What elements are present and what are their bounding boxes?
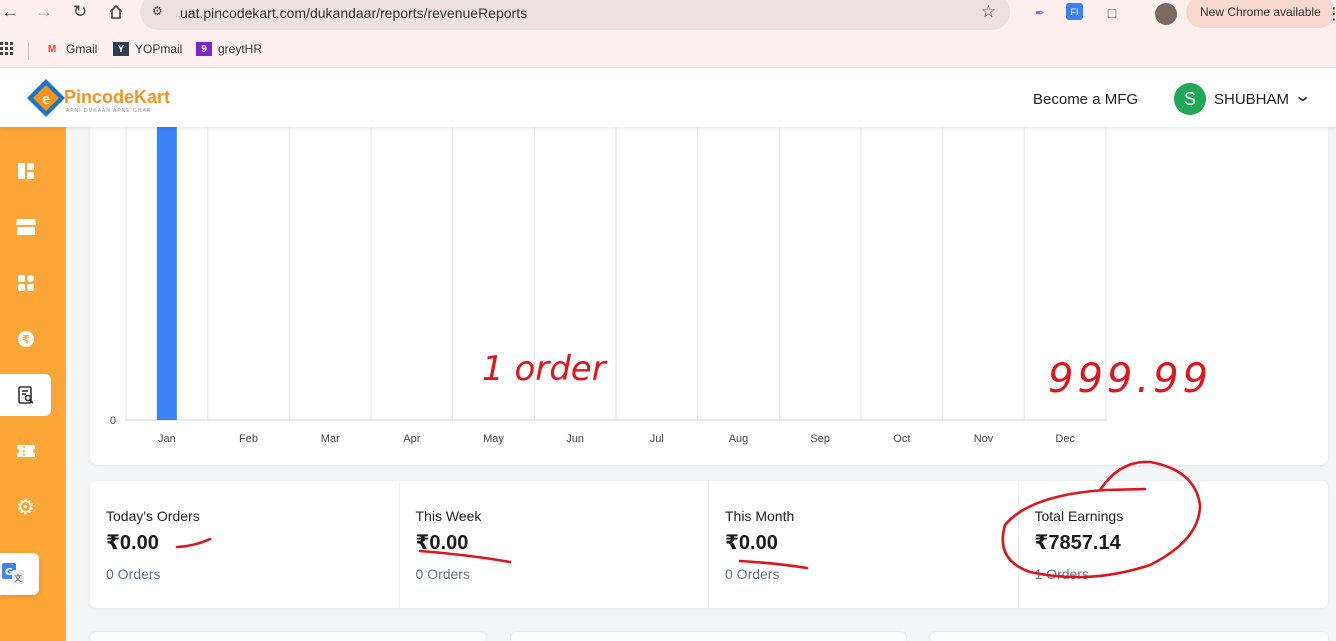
pincodekart-logo[interactable]: e PincodeKart APNI DUKAAN APNE GHAR	[26, 78, 186, 118]
greythr-icon: 9	[196, 42, 212, 56]
stat-label: This Week	[415, 508, 482, 524]
stat-orders: 1 Orders	[1034, 566, 1089, 582]
home-icon[interactable]	[104, 0, 128, 24]
x-tick-label: Aug	[729, 433, 749, 445]
stat-orders: 0 Orders	[106, 566, 161, 582]
user-name[interactable]: SHUBHAM	[1214, 91, 1289, 108]
report-icon	[17, 386, 34, 404]
app-header: e PincodeKart APNI DUKAAN APNE GHAR Beco…	[0, 69, 1336, 127]
x-tick-label: Dec	[1055, 433, 1075, 445]
y-tick-label: 0	[110, 415, 116, 427]
bottom-card	[90, 632, 486, 641]
back-icon[interactable]: ←	[0, 0, 22, 24]
x-tick-label: Jan	[158, 433, 176, 445]
x-tick-label: Oct	[893, 433, 910, 445]
bottom-card	[930, 632, 1328, 641]
svg-text:e: e	[42, 89, 50, 108]
site-info-icon[interactable]: ⚙	[152, 4, 163, 18]
sidebar-item-categories[interactable]	[0, 262, 51, 304]
bookmark-star-icon[interactable]: ☆	[981, 2, 996, 22]
url-text: uat.pincodekart.com/dukandaar/reports/re…	[180, 5, 528, 21]
store-icon	[15, 219, 36, 235]
rupee-icon: ₹	[17, 331, 34, 347]
logo-text: PincodeKart	[64, 87, 171, 107]
fi-extension-icon[interactable]: FI	[1066, 3, 1083, 20]
stat-todays-orders: Today's Orders ₹0.00 0 Orders	[90, 481, 400, 608]
sidebar-item-dashboard[interactable]	[0, 150, 51, 192]
stat-label: This Month	[725, 508, 795, 524]
sidebar-item-reports[interactable]	[0, 374, 51, 416]
x-tick-label: Feb	[239, 433, 258, 445]
x-tick-label: May	[483, 433, 504, 445]
revenue-bar-chart: 0 Jan Feb Mar Apr May Jun Jul Aug Sep Oct Nov Dec	[110, 122, 1107, 445]
revenue-chart-card: 0 Jan Feb Mar Apr May Jun Jul Aug Sep Oct Nov Dec	[90, 122, 1328, 465]
forward-icon[interactable]: →	[32, 0, 56, 24]
bookmark-greythr[interactable]: 9 greytHR	[196, 42, 262, 56]
x-tick-label: Mar	[321, 433, 340, 445]
bookmark-yopmail[interactable]: Y YOPmail	[113, 42, 182, 56]
stat-value: ₹0.00	[106, 532, 159, 554]
x-tick-label: Sep	[810, 433, 830, 445]
x-tick-label: Apr	[403, 433, 420, 445]
svg-text:G: G	[5, 567, 13, 578]
svg-text:文: 文	[14, 573, 22, 583]
x-tick-label: Jun	[566, 433, 584, 445]
stat-value: ₹7857.14	[1034, 532, 1121, 554]
avatar[interactable]: S	[1174, 83, 1206, 115]
logo-tagline: APNI DUKAAN APNE GHAR	[66, 108, 152, 114]
bookmark-label: Gmail	[66, 42, 98, 56]
browser-toolbar: ← → ↻ ⚙ uat.pincodekart.com/dukandaar/re…	[0, 0, 1336, 34]
address-bar[interactable]: ⚙ uat.pincodekart.com/dukandaar/reports/…	[140, 0, 1010, 30]
reload-icon[interactable]: ↻	[68, 0, 92, 24]
bookmark-divider	[28, 42, 29, 60]
x-tick-label: Nov	[974, 433, 994, 445]
apps-grid-icon[interactable]	[0, 42, 14, 56]
logo-mark-icon: e	[27, 79, 65, 117]
sidebar-item-store[interactable]	[0, 206, 51, 248]
dashboard-icon	[17, 163, 34, 179]
bar-jan[interactable]	[156, 122, 177, 420]
ticket-icon	[16, 445, 35, 457]
bookmark-label: YOPmail	[135, 42, 183, 56]
x-tick-label: Jul	[650, 433, 664, 445]
stat-this-month: This Month ₹0.00 0 Orders	[709, 481, 1019, 608]
stat-orders: 0 Orders	[725, 566, 780, 582]
chrome-menu-icon[interactable]: ⋮	[1326, 4, 1336, 24]
extensions-puzzle-icon[interactable]: □	[1102, 3, 1122, 23]
profile-avatar-icon[interactable]	[1155, 3, 1177, 25]
stat-this-week: This Week ₹0.00 0 Orders	[400, 481, 709, 608]
sidebar-item-payments[interactable]: ₹	[0, 318, 51, 360]
stats-summary-card: Today's Orders ₹0.00 0 Orders This Week …	[90, 481, 1328, 608]
sidebar: ₹ ⚙ G文	[0, 127, 66, 641]
bookmark-label: greytHR	[218, 42, 263, 56]
sidebar-item-tickets[interactable]	[0, 430, 51, 472]
stat-label: Today's Orders	[106, 508, 200, 524]
gmail-icon: M	[47, 43, 57, 55]
svg-text:₹: ₹	[22, 333, 30, 346]
bookmark-gmail[interactable]: M Gmail	[44, 42, 98, 56]
categories-icon	[17, 275, 34, 291]
feather-extension-icon[interactable]: ✒	[1030, 3, 1050, 23]
yopmail-icon: Y	[113, 42, 129, 56]
sidebar-item-settings[interactable]: ⚙	[0, 486, 51, 528]
bottom-card	[511, 632, 906, 641]
become-mfg-link[interactable]: Become a MFG	[1033, 91, 1138, 108]
stat-label: Total Earnings	[1034, 508, 1124, 524]
stat-value: ₹0.00	[415, 532, 469, 554]
stat-orders: 0 Orders	[415, 566, 470, 582]
bookmarks-bar: M Gmail Y YOPmail 9 greytHR	[0, 34, 1336, 68]
stat-total-earnings: Total Earnings ₹7857.14 1 Orders	[1019, 481, 1329, 608]
settings-icon: ⚙	[16, 495, 35, 519]
translate-icon: G文	[2, 563, 24, 584]
stat-value: ₹0.00	[725, 532, 778, 554]
google-translate-button[interactable]: G文	[0, 553, 39, 595]
chevron-down-icon[interactable]: ⌄	[1293, 86, 1312, 106]
new-chrome-button[interactable]: New Chrome available	[1186, 0, 1335, 28]
